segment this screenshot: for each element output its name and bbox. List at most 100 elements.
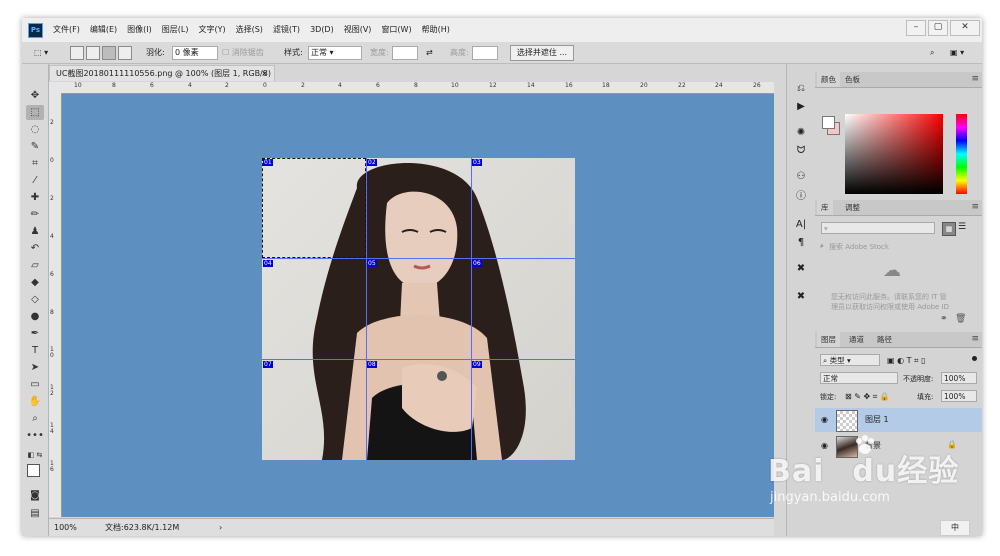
subtract-selection-icon[interactable] [102,46,116,60]
opacity-input[interactable]: 100% [941,372,977,384]
character-icon[interactable]: A| [793,218,809,232]
menu-layer[interactable]: 图层(L) [157,18,194,42]
style-select[interactable]: 正常 ▾ [308,46,362,60]
layer-row-layer1[interactable]: ◉ 图层 1 [815,408,982,432]
move-tool-icon[interactable]: ✥ [26,88,44,103]
stock-search-input[interactable]: 搜索 Adobe Stock [829,242,889,252]
foreground-color-chip[interactable] [822,116,835,129]
select-and-mask-button[interactable]: 选择并遮住 ... [510,45,574,61]
tab-library[interactable]: 库 [817,200,833,215]
document-tab[interactable]: UC截图20180111110556.png @ 100% (图层 1, RGB… [49,65,275,94]
tab-channels[interactable]: 通道 [845,332,868,347]
search-icon[interactable]: ⌕ [930,46,934,59]
feather-input[interactable]: 0 像素 [172,46,218,60]
trash-icon[interactable]: 🗑 [955,314,966,324]
shape-tool-icon[interactable]: ▭ [26,377,44,392]
brush-settings-icon[interactable]: ✺ [793,126,809,140]
crop-tool-icon[interactable]: ⌗ [26,156,44,171]
quick-mask-icon[interactable]: ◙ [26,488,44,503]
menu-view[interactable]: 视图(V) [339,18,377,42]
filter-toggle-icon[interactable] [972,356,977,361]
default-colors-icon[interactable]: ◧ ⇆ [26,448,44,463]
document-image[interactable]: 01 02 03 04 05 06 07 08 09 [262,158,575,460]
maximize-icon[interactable]: ▢ [928,20,948,36]
actions-play-icon[interactable]: ▶ [793,100,809,114]
menu-3d[interactable]: 3D(D) [305,18,339,42]
layer-filter-icons[interactable]: ▣ ◐ T ⌗ ▯ [887,356,926,366]
lasso-tool-icon[interactable]: ◌ [26,122,44,137]
foreground-color-swatch[interactable] [27,464,40,477]
quick-select-tool-icon[interactable]: ✎ [26,139,44,154]
healing-tool-icon[interactable]: ✚ [26,190,44,205]
new-selection-icon[interactable] [70,46,84,60]
screen-mode-icon[interactable]: ▤ [26,506,44,521]
paragraph-icon[interactable]: ¶ [793,236,809,250]
panel-menu-icon[interactable]: ≡ [971,74,979,84]
dodge-tool-icon[interactable]: ● [26,309,44,324]
path-select-tool-icon[interactable]: ➤ [26,360,44,375]
grid-view-icon[interactable]: ▦ [942,222,956,236]
canvas-area[interactable]: 01 02 03 04 05 06 07 08 09 [62,94,774,517]
zoom-tool-icon[interactable]: ⌕ [26,411,44,426]
menu-help[interactable]: 帮助(H) [417,18,455,42]
library-select[interactable]: ▾ [821,222,935,234]
marquee-preset-icon[interactable]: ⬚ ▾ [34,46,48,59]
width-input[interactable] [392,46,418,60]
intersect-selection-icon[interactable] [118,46,132,60]
history-icon[interactable]: ⎌ [793,82,809,96]
cc-libraries-icon[interactable]: ⚭ [940,314,948,324]
more-tools-icon[interactable]: ••• [26,428,44,443]
rect-marquee-tool-icon[interactable]: ⬚ [26,105,44,120]
brushes-icon[interactable]: ᗢ [793,144,809,158]
clone-source-icon[interactable]: ⚇ [793,170,809,184]
zoom-level[interactable]: 100% [54,522,77,533]
panel-menu-icon[interactable]: ≡ [971,334,979,344]
list-view-icon[interactable]: ☰ [958,222,966,232]
eraser-tool-icon[interactable]: ▱ [26,258,44,273]
brush-tool-icon[interactable]: ✏ [26,207,44,222]
panel-menu-icon[interactable]: ≡ [971,202,979,212]
minimize-icon[interactable]: – [906,20,926,36]
pen-tool-icon[interactable]: ✒ [26,326,44,341]
menu-edit[interactable]: 编辑(E) [85,18,122,42]
lock-icons[interactable]: ⊠ ✎ ✥ ⌗ 🔒 [845,392,890,402]
menu-type[interactable]: 文字(Y) [193,18,230,42]
history-brush-icon[interactable]: ↶ [26,241,44,256]
eyedropper-tool-icon[interactable]: ⁄ [26,173,44,188]
hand-tool-icon[interactable]: ✋ [26,394,44,409]
hue-slider[interactable] [956,114,967,194]
layer-filter-select[interactable]: ⌕ 类型 ▾ [820,354,880,366]
swap-icon[interactable]: ⇄ [426,46,433,59]
antialias-checkbox[interactable]: ☐ 消除锯齿 [222,46,264,59]
height-input[interactable] [472,46,498,60]
status-menu-arrow-icon[interactable]: › [219,522,222,533]
fill-input[interactable]: 100% [941,390,977,402]
bucket-tool-icon[interactable]: ◆ [26,275,44,290]
workspace-icon[interactable]: ▣ ▾ [950,46,964,59]
blend-mode-select[interactable]: 正常 [820,372,898,384]
menu-select[interactable]: 选择(S) [231,18,268,42]
tools-crossed-icon-2[interactable]: ✖ [793,290,809,304]
menu-filter[interactable]: 滤镜(T) [268,18,305,42]
blur-tool-icon[interactable]: ◇ [26,292,44,307]
menu-file[interactable]: 文件(F) [48,18,85,42]
tab-paths[interactable]: 路径 [873,332,896,347]
tab-adjustments[interactable]: 调整 [841,200,864,215]
ruler-label: 22 [678,82,686,89]
close-tab-icon[interactable]: × [261,66,268,82]
stock-search-icon[interactable]: ⌕ [820,242,824,251]
close-icon[interactable]: ✕ [950,20,980,36]
tab-layers[interactable]: 图层 [817,332,840,347]
info-icon[interactable]: ⓘ [793,190,809,204]
color-picker-field[interactable] [845,114,943,194]
menu-window[interactable]: 窗口(W) [376,18,416,42]
tools-crossed-icon[interactable]: ✖ [793,262,809,276]
tab-color[interactable]: 颜色 [817,72,840,87]
visibility-eye-icon[interactable]: ◉ [821,415,828,424]
stamp-tool-icon[interactable]: ♟ [26,224,44,239]
menu-image[interactable]: 图像(I) [122,18,157,42]
type-tool-icon[interactable]: T [26,343,44,358]
add-selection-icon[interactable] [86,46,100,60]
tab-swatches[interactable]: 色板 [841,72,864,87]
ime-indicator[interactable]: 中 [940,520,970,536]
